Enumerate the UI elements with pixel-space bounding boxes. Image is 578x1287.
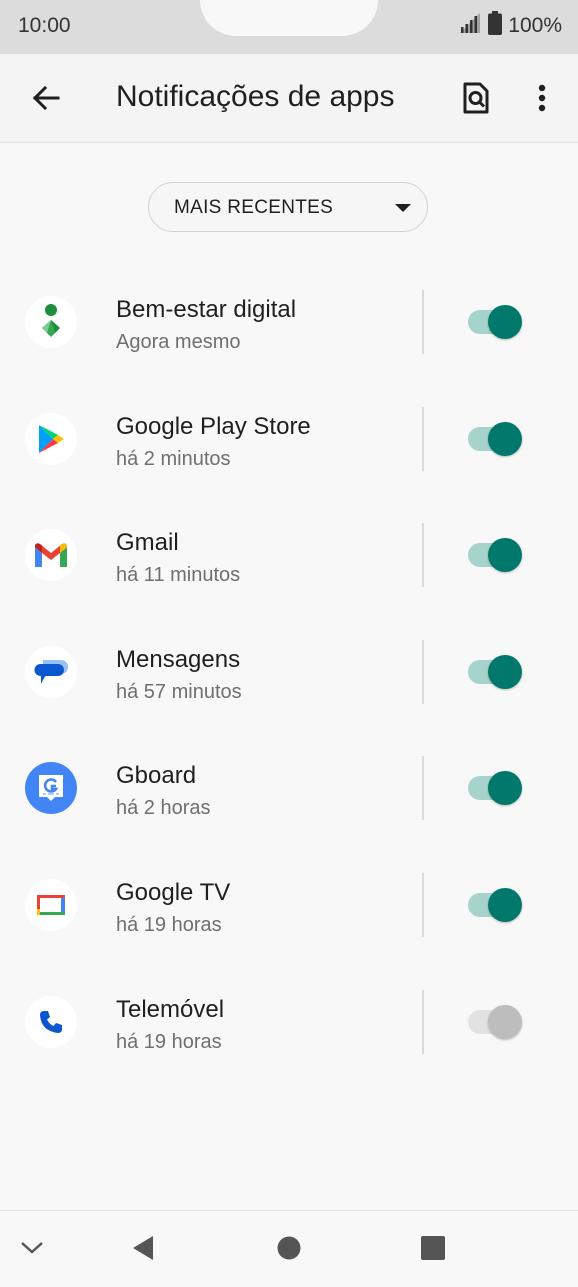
play-store-icon <box>25 413 77 465</box>
status-bar: 10:00 100% <box>0 0 578 54</box>
list-item[interactable]: Mensagens há 57 minutos <box>0 626 578 742</box>
toggle-thumb <box>488 771 522 805</box>
divider <box>422 290 424 354</box>
status-time: 10:00 <box>18 14 71 37</box>
notification-toggle[interactable] <box>468 421 522 457</box>
list-item[interactable]: Telemóvel há 19 horas <box>0 976 578 1092</box>
gmail-icon <box>25 529 77 581</box>
nav-back-icon[interactable] <box>123 1233 163 1263</box>
divider <box>422 990 424 1054</box>
top-app-bar: Notificações de apps <box>0 54 578 143</box>
nav-home-icon[interactable] <box>269 1233 309 1263</box>
search-settings-icon[interactable] <box>454 76 498 120</box>
last-notification-time: Agora mesmo <box>116 331 241 353</box>
toggle-thumb <box>488 888 522 922</box>
list-item[interactable]: Google Play Store há 2 minutos <box>0 393 578 509</box>
list-item[interactable]: Bem-estar digital Agora mesmo <box>0 276 578 392</box>
messages-icon <box>25 646 77 698</box>
divider <box>422 873 424 937</box>
digital-wellbeing-icon <box>25 296 77 348</box>
notification-toggle[interactable] <box>468 654 522 690</box>
app-name: Gmail <box>116 529 179 556</box>
google-tv-icon <box>25 879 77 931</box>
divider <box>422 523 424 587</box>
list-item[interactable]: Google TV há 19 horas <box>0 859 578 975</box>
sort-dropdown[interactable]: MAIS RECENTES <box>148 182 428 232</box>
toggle-thumb <box>488 305 522 339</box>
list-item[interactable]: Gboard há 2 horas <box>0 742 578 858</box>
page-title: Notificações de apps <box>116 80 395 113</box>
toggle-thumb <box>488 538 522 572</box>
app-name: Gboard <box>116 762 197 789</box>
divider <box>422 407 424 471</box>
notification-toggle[interactable] <box>468 304 522 340</box>
gboard-icon <box>25 762 77 814</box>
system-navigation-bar <box>0 1210 578 1287</box>
chevron-down-icon <box>395 204 411 212</box>
app-name: Bem-estar digital <box>116 296 297 323</box>
app-name: Google Play Store <box>116 413 311 440</box>
nav-recents-icon[interactable] <box>413 1233 453 1263</box>
last-notification-time: há 57 minutos <box>116 681 242 703</box>
more-vert-icon[interactable] <box>520 76 564 120</box>
divider <box>422 756 424 820</box>
last-notification-time: há 2 minutos <box>116 448 231 470</box>
last-notification-time: há 19 horas <box>116 1031 222 1053</box>
camera-notch <box>200 0 378 36</box>
last-notification-time: há 19 horas <box>116 914 222 936</box>
signal-icon <box>458 12 482 40</box>
app-name: Mensagens <box>116 646 241 673</box>
app-name: Telemóvel <box>116 996 225 1023</box>
notification-toggle[interactable] <box>468 770 522 806</box>
battery-icon <box>488 11 503 41</box>
last-notification-time: há 2 horas <box>116 797 211 819</box>
toggle-thumb <box>488 422 522 456</box>
list-item[interactable]: Gmail há 11 minutos <box>0 509 578 625</box>
notification-toggle[interactable] <box>468 537 522 573</box>
toggle-thumb <box>488 655 522 689</box>
phone-icon <box>25 996 77 1048</box>
arrow-back-icon[interactable] <box>24 76 68 120</box>
app-name: Google TV <box>116 879 231 906</box>
toggle-thumb <box>488 1005 522 1039</box>
battery-percent: 100% <box>508 14 562 37</box>
notification-toggle[interactable] <box>468 887 522 923</box>
chevron-down-icon[interactable] <box>12 1233 52 1263</box>
divider <box>422 640 424 704</box>
sort-dropdown-label: MAIS RECENTES <box>174 197 334 218</box>
status-indicators: 100% <box>458 11 562 41</box>
last-notification-time: há 11 minutos <box>116 564 241 586</box>
notification-toggle[interactable] <box>468 1004 522 1040</box>
